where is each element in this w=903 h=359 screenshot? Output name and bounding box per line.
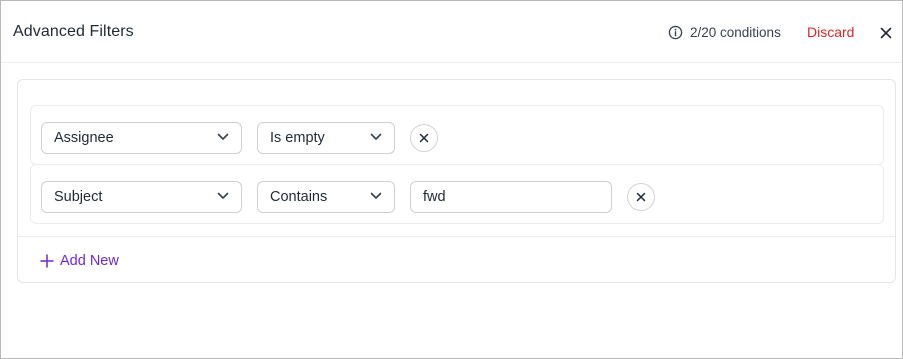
chevron-down-icon [370,133,382,140]
field-select[interactable]: Assignee [41,122,242,154]
filter-rows: Assignee Is empty Subject Contains fwd [30,105,884,224]
x-icon [419,133,429,143]
field-select-value: Subject [54,189,103,205]
plus-icon [40,254,54,268]
close-icon [880,27,891,38]
x-icon [636,192,646,202]
operator-select-value: Is empty [270,130,325,146]
filters-panel: Assignee Is empty Subject Contains fwd A… [17,79,896,283]
discard-button[interactable]: Discard [807,24,854,40]
operator-select-value: Contains [270,189,328,205]
remove-condition-button[interactable] [627,183,655,211]
operator-select[interactable]: Is empty [257,122,395,154]
chevron-down-icon [370,192,382,199]
divider [18,236,895,237]
field-select[interactable]: Subject [41,181,242,213]
filter-row: Subject Contains [30,164,884,224]
operator-select[interactable]: Contains [257,181,395,213]
info-icon [668,25,683,40]
dialog-header: Advanced Filters 2/20 conditions Discard [1,1,902,63]
chevron-down-icon [217,133,229,140]
add-new-button[interactable]: Add New [40,251,119,271]
chevron-down-icon [217,192,229,199]
remove-condition-button[interactable] [410,124,438,152]
filter-value-input[interactable] [410,181,612,213]
field-select-value: Assignee [54,130,114,146]
advanced-filters-dialog: Advanced Filters 2/20 conditions Discard… [0,0,903,359]
conditions-count: 2/20 conditions [690,25,781,40]
close-button[interactable] [877,24,894,41]
add-new-label: Add New [60,253,119,269]
dialog-title: Advanced Filters [13,23,134,40]
filter-row: Assignee Is empty [30,105,884,165]
